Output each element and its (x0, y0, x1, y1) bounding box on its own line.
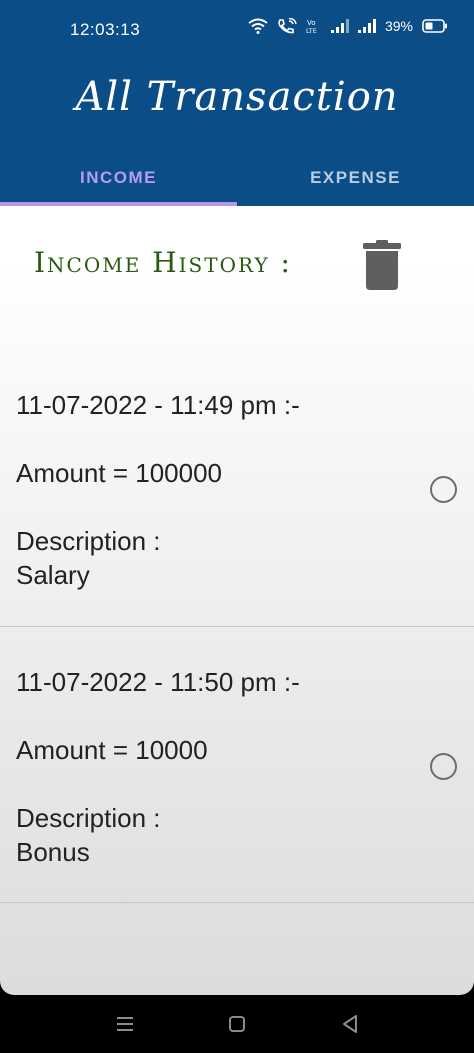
tab-income[interactable]: INCOME (0, 150, 237, 206)
transaction-date: 11-07-2022 - 11:49 pm :- (16, 390, 300, 420)
tab-bar: INCOME EXPENSE (0, 150, 474, 206)
transaction-description: Salary (16, 560, 90, 590)
transaction-amount: Amount = 100000 (16, 458, 222, 488)
battery-percent: 39% (384, 18, 413, 34)
tab-income-label: INCOME (80, 168, 157, 187)
app-screen: 12:03:13 Vo LTE 39% All Transaction INCO… (0, 0, 474, 995)
income-history-title: Income History : (34, 246, 292, 279)
home-icon (229, 1016, 245, 1032)
wifi-icon (248, 18, 268, 34)
svg-text:Vo: Vo (307, 19, 316, 27)
volte-icon: Vo LTE (306, 19, 317, 34)
status-time: 12:03:13 (70, 20, 141, 39)
back-button[interactable] (335, 1009, 365, 1039)
transaction-date: 11-07-2022 - 11:50 pm :- (16, 667, 300, 697)
tab-expense[interactable]: EXPENSE (237, 150, 474, 206)
transaction-description-label: Description : (16, 526, 161, 556)
delete-button[interactable] (362, 238, 402, 292)
list-item[interactable]: 11-07-2022 - 11:50 pm :- Amount = 10000 … (0, 627, 474, 903)
page-title: All Transaction (75, 74, 399, 120)
back-icon (343, 1015, 357, 1033)
battery-icon (422, 19, 447, 33)
status-icons: Vo LTE 39% (248, 18, 448, 34)
signal-1-icon (330, 19, 349, 33)
signal-2-icon (357, 19, 376, 33)
status-bar: 12:03:13 Vo LTE 39% (0, 0, 474, 60)
select-radio[interactable] (430, 753, 457, 780)
list-item[interactable]: 11-07-2022 - 11:49 pm :- Amount = 100000… (0, 350, 474, 627)
trash-icon (363, 240, 401, 290)
wifi-call-icon (278, 18, 297, 34)
tab-indicator (0, 202, 237, 206)
recent-apps-button[interactable] (110, 1009, 140, 1039)
select-radio[interactable] (430, 476, 457, 503)
app-header: 12:03:13 Vo LTE 39% All Transaction INCO… (0, 0, 474, 206)
transaction-amount: Amount = 10000 (16, 735, 208, 765)
svg-text:LTE: LTE (306, 27, 317, 34)
tab-expense-label: EXPENSE (310, 168, 401, 187)
transaction-description: Bonus (16, 837, 90, 867)
menu-icon (117, 1017, 133, 1031)
home-button[interactable] (222, 1009, 252, 1039)
system-nav-bar (0, 995, 474, 1053)
transaction-list: 11-07-2022 - 11:49 pm :- Amount = 100000… (0, 350, 474, 903)
transaction-description-label: Description : (16, 803, 161, 833)
